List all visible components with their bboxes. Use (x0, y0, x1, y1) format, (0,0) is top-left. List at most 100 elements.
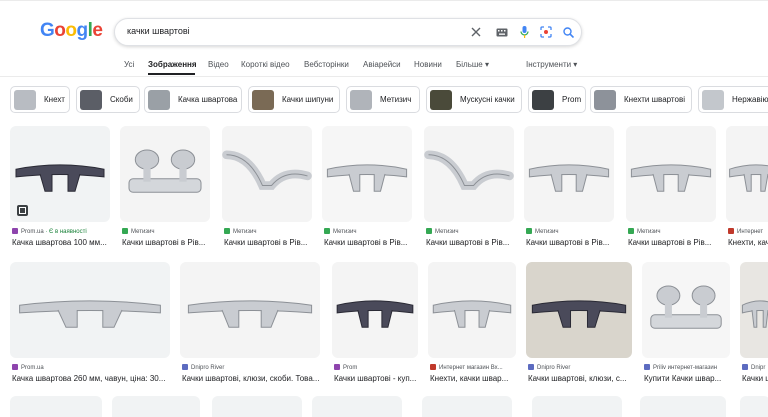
keyboard-icon[interactable] (495, 25, 509, 39)
result-thumbnail[interactable] (10, 262, 170, 358)
image-result[interactable]: Dnipro River Качки швартові, клюзи, скоб… (180, 262, 320, 386)
image-result[interactable] (640, 396, 726, 417)
result-title[interactable]: Качки ш (742, 374, 768, 383)
image-result[interactable]: Метизич Качки швартові в Рів... (222, 126, 312, 250)
image-result[interactable]: Интернет Кнехти, качк (726, 126, 768, 250)
image-result[interactable] (422, 396, 512, 417)
image-result[interactable]: Метизич Качки швартові в Рів... (424, 126, 514, 250)
result-thumbnail[interactable] (532, 396, 622, 417)
tab-tools[interactable]: Інструменти ▾ (526, 60, 577, 69)
result-thumbnail[interactable] (332, 262, 418, 358)
result-thumbnail[interactable] (422, 396, 512, 417)
result-source[interactable]: Prom (334, 364, 420, 371)
result-thumbnail[interactable] (740, 262, 768, 358)
result-source[interactable]: Prom.ua · Є в наявності (12, 228, 112, 235)
lens-icon[interactable] (539, 25, 553, 39)
chip-2[interactable]: Качка швартова (144, 86, 242, 113)
result-title[interactable]: Качки швартові в Рів... (224, 238, 314, 247)
chip-6[interactable]: Prom (528, 86, 586, 113)
result-thumbnail[interactable] (740, 396, 768, 417)
image-result[interactable]: Dnipro River Качки швартові, клюзи, с... (526, 262, 632, 386)
image-result[interactable]: Prom.ua Качка швартова 260 мм, чавун, ці… (10, 262, 170, 386)
search-input[interactable]: качки швартові (127, 26, 190, 36)
result-source[interactable]: Метизич (526, 228, 616, 235)
chip-8[interactable]: Нержавіючі (698, 86, 768, 113)
result-title[interactable]: Качка швартова 260 мм, чавун, ціна: 30..… (12, 374, 172, 383)
result-source[interactable]: Метизич (122, 228, 212, 235)
chip-1[interactable]: Скоби (76, 86, 140, 113)
image-result[interactable] (112, 396, 200, 417)
image-result[interactable]: Интернет магазин Вх... Кнехти, качки шва… (428, 262, 516, 386)
result-thumbnail[interactable] (428, 262, 516, 358)
result-thumbnail[interactable] (10, 126, 110, 222)
result-source[interactable]: Метизич (628, 228, 718, 235)
result-title[interactable]: Качки швартові в Рів... (324, 238, 414, 247)
image-result[interactable] (10, 396, 102, 417)
image-result[interactable]: Метизич Качки швартові в Рів... (626, 126, 716, 250)
chip-0[interactable]: Кнехт (10, 86, 70, 113)
result-title[interactable]: Качка швартова 100 мм... (12, 238, 112, 247)
result-thumbnail[interactable] (726, 126, 768, 222)
chip-3[interactable]: Качки шипуни (248, 86, 340, 113)
image-result[interactable]: Dnipr Качки ш (740, 262, 768, 386)
result-title[interactable]: Качки швартові в Рів... (628, 238, 718, 247)
tab-web[interactable]: Вебсторінки (304, 60, 349, 69)
result-title[interactable]: Качки швартові, клюзи, скоби. Това... (182, 374, 322, 383)
result-thumbnail[interactable] (640, 396, 726, 417)
result-thumbnail[interactable] (524, 126, 614, 222)
result-thumbnail[interactable] (526, 262, 632, 358)
tab-news[interactable]: Новини (414, 60, 442, 69)
image-result[interactable]: Prom Качки швартові - куп... (332, 262, 418, 386)
result-thumbnail[interactable] (424, 126, 514, 222)
result-title[interactable]: Качки швартові - куп... (334, 374, 420, 383)
result-source[interactable]: Метизич (224, 228, 314, 235)
chip-7[interactable]: Кнехти швартові (590, 86, 692, 113)
result-thumbnail[interactable] (10, 396, 102, 417)
result-source[interactable]: Dnipro River (182, 364, 322, 371)
microphone-icon[interactable] (517, 25, 531, 39)
tab-all[interactable]: Усі (124, 60, 134, 69)
image-result[interactable] (740, 396, 768, 417)
result-thumbnail[interactable] (180, 262, 320, 358)
result-thumbnail[interactable] (112, 396, 200, 417)
result-thumbnail[interactable] (626, 126, 716, 222)
google-logo[interactable]: Google (40, 20, 103, 42)
image-result[interactable] (212, 396, 302, 417)
search-box[interactable]: качки швартові (114, 18, 582, 46)
tab-flights[interactable]: Авіарейси (363, 60, 401, 69)
result-title[interactable]: Кнехти, качки швар... (430, 374, 518, 383)
result-source[interactable]: Метизич (426, 228, 516, 235)
image-result[interactable]: Метизич Качки швартові в Рів... (524, 126, 614, 250)
result-source[interactable]: Dnipr (742, 364, 768, 371)
image-result[interactable]: Prom.ua · Є в наявності Качка швартова 1… (10, 126, 110, 250)
result-thumbnail[interactable] (212, 396, 302, 417)
result-thumbnail[interactable] (120, 126, 210, 222)
image-result[interactable]: Priliv интернет-магазин Купити Качки шва… (642, 262, 730, 386)
tab-short-videos[interactable]: Короткі відео (241, 60, 290, 69)
tab-images[interactable]: Зображення (148, 60, 197, 69)
result-title[interactable]: Купити Качки швар... (644, 374, 732, 383)
image-result[interactable]: Метизич Качки швартові в Рів... (120, 126, 210, 250)
result-source[interactable]: Priliv интернет-магазин (644, 364, 732, 371)
result-thumbnail[interactable] (642, 262, 730, 358)
clear-icon[interactable] (469, 25, 483, 39)
image-result[interactable] (532, 396, 622, 417)
chip-5[interactable]: Мускусні качки (426, 86, 522, 113)
result-title[interactable]: Качки швартові в Рів... (526, 238, 616, 247)
image-result[interactable]: Метизич Качки швартові в Рів... (322, 126, 412, 250)
result-source[interactable]: Prom.ua (12, 364, 172, 371)
search-icon[interactable] (561, 25, 575, 39)
chip-4[interactable]: Метизич (346, 86, 420, 113)
result-source[interactable]: Интернет (728, 228, 768, 235)
result-title[interactable]: Качки швартові в Рів... (426, 238, 516, 247)
result-title[interactable]: Кнехти, качк (728, 238, 768, 247)
result-title[interactable]: Качки швартові, клюзи, с... (528, 374, 634, 383)
image-result[interactable] (312, 396, 402, 417)
result-source[interactable]: Метизич (324, 228, 414, 235)
tab-more[interactable]: Більше ▾ (456, 60, 489, 69)
result-thumbnail[interactable] (322, 126, 412, 222)
result-source[interactable]: Dnipro River (528, 364, 634, 371)
result-title[interactable]: Качки швартові в Рів... (122, 238, 212, 247)
result-thumbnail[interactable] (312, 396, 402, 417)
tab-videos[interactable]: Відео (208, 60, 229, 69)
